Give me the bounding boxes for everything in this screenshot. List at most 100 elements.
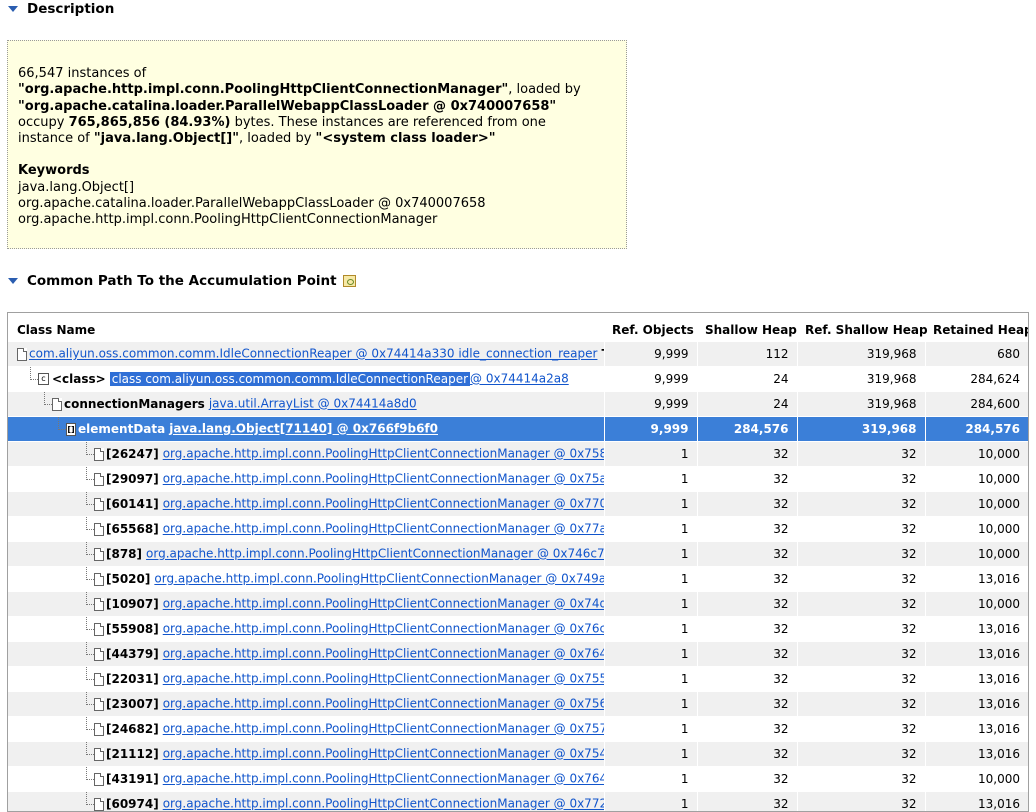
object-link[interactable]: org.apache.http.impl.conn.PoolingHttpCli… — [163, 747, 604, 761]
tree-node — [8, 717, 106, 741]
shallow-heap-cell: 32 — [697, 692, 797, 717]
tree-node — [8, 467, 106, 491]
object-link[interactable]: org.apache.http.impl.conn.PoolingHttpCli… — [163, 772, 604, 786]
table-row[interactable]: c<class>class com.aliyun.oss.common.comm… — [8, 367, 1028, 392]
table-row[interactable]: [22031]org.apache.http.impl.conn.Pooling… — [8, 667, 1028, 692]
table-row[interactable]: com.aliyun.oss.common.comm.IdleConnectio… — [8, 342, 1028, 367]
retained-heap-cell: 284,600 — [925, 392, 1028, 417]
table-row[interactable]: connectionManagersjava.util.ArrayList @ … — [8, 392, 1028, 417]
object-link[interactable]: org.apache.http.impl.conn.PoolingHttpCli… — [154, 572, 604, 586]
class-name-cell[interactable]: [55908]org.apache.http.impl.conn.Pooling… — [8, 617, 604, 642]
object-link[interactable]: org.apache.http.impl.conn.PoolingHttpCli… — [163, 472, 604, 486]
tree-indent — [8, 642, 80, 666]
highlighted-class-name[interactable]: class com.aliyun.oss.common.comm.IdleCon… — [110, 372, 470, 386]
description-title: Description — [27, 1, 114, 17]
class-name-cell[interactable]: [10907]org.apache.http.impl.conn.Pooling… — [8, 592, 604, 617]
class-name-cell[interactable]: [24682]org.apache.http.impl.conn.Pooling… — [8, 717, 604, 742]
object-link[interactable]: com.aliyun.oss.common.comm.IdleConnectio… — [29, 347, 597, 361]
table-row[interactable]: [21112]org.apache.http.impl.conn.Pooling… — [8, 742, 1028, 767]
class-name-cell[interactable]: com.aliyun.oss.common.comm.IdleConnectio… — [8, 342, 604, 367]
column-header-retained-heap[interactable]: Retained Heap — [925, 313, 1028, 342]
tree-connector — [80, 717, 94, 741]
tree-connector — [80, 517, 94, 541]
class-name-cell[interactable]: connectionManagersjava.util.ArrayList @ … — [8, 392, 604, 417]
class-name-cell[interactable]: [29097]org.apache.http.impl.conn.Pooling… — [8, 467, 604, 492]
class-name-cell[interactable]: c<class>class com.aliyun.oss.common.comm… — [8, 367, 604, 392]
table-row[interactable]: [43191]org.apache.http.impl.conn.Pooling… — [8, 767, 1028, 792]
object-icon — [94, 648, 104, 661]
details-icon[interactable] — [343, 275, 356, 287]
column-header-shallow-heap[interactable]: Shallow Heap — [697, 313, 797, 342]
column-header-ref-shallow-heap[interactable]: Ref. Shallow Heap — [797, 313, 925, 342]
object-link[interactable]: org.apache.http.impl.conn.PoolingHttpCli… — [163, 447, 604, 461]
class-name-cell[interactable]: [21112]org.apache.http.impl.conn.Pooling… — [8, 742, 604, 767]
class-name-cell[interactable]: [23007]org.apache.http.impl.conn.Pooling… — [8, 692, 604, 717]
ref-objects-cell: 1 — [604, 492, 697, 517]
object-link[interactable]: org.apache.http.impl.conn.PoolingHttpCli… — [163, 797, 604, 811]
collapse-triangle-icon[interactable] — [8, 6, 18, 12]
object-icon — [17, 348, 27, 361]
tree-node — [8, 442, 106, 466]
object-link[interactable]: org.apache.http.impl.conn.PoolingHttpCli… — [163, 522, 604, 536]
shallow-heap-cell: 32 — [697, 767, 797, 792]
ref-objects-cell: 9,999 — [604, 417, 697, 442]
class-name-cell[interactable]: []elementDatajava.lang.Object[71140] @ 0… — [8, 417, 604, 442]
object-link[interactable]: org.apache.http.impl.conn.PoolingHttpCli… — [163, 672, 604, 686]
instances-count: 66,547 — [18, 66, 64, 81]
shallow-heap-cell: 32 — [697, 792, 797, 812]
class-name-cell[interactable]: [60141] org.apache.http.impl.conn.Pooling… — [8, 492, 604, 517]
class-name-cell[interactable]: [26247]org.apache.http.impl.conn.Pooling… — [8, 442, 604, 467]
class-name-cell[interactable]: [60974]org.apache.http.impl.conn.Pooling… — [8, 792, 604, 812]
class-name-cell[interactable]: [22031]org.apache.http.impl.conn.Pooling… — [8, 667, 604, 692]
class-name-cell[interactable]: [878]org.apache.http.impl.conn.PoolingHt… — [8, 542, 604, 567]
retained-heap-cell: 13,016 — [925, 717, 1028, 742]
object-link[interactable]: org.apache.http.impl.conn.PoolingHttpCli… — [163, 597, 604, 611]
class-name-cell[interactable]: [65568]org.apache.http.impl.conn.Pooling… — [8, 517, 604, 542]
shallow-heap-cell: 32 — [697, 592, 797, 617]
object-link[interactable]: org.apache.http.impl.conn.PoolingHttpCli… — [146, 547, 604, 561]
table-row[interactable]: [44379]org.apache.http.impl.conn.Pooling… — [8, 642, 1028, 667]
table-row[interactable]: [65568]org.apache.http.impl.conn.Pooling… — [8, 517, 1028, 542]
shallow-heap-cell: 32 — [697, 742, 797, 767]
object-link[interactable]: org.apache.http.impl.conn.PoolingHttpCli… — [163, 647, 604, 661]
class-name-cell[interactable]: [5020]org.apache.http.impl.conn.PoolingH… — [8, 567, 604, 592]
object-link[interactable]: java.lang.Object[71140] @ 0x766f9b6f0 — [169, 422, 438, 436]
table-row[interactable]: [26247]org.apache.http.impl.conn.Pooling… — [8, 442, 1028, 467]
collapse-triangle-icon[interactable] — [8, 278, 18, 284]
ref-objects-cell: 1 — [604, 517, 697, 542]
table-row[interactable]: [878]org.apache.http.impl.conn.PoolingHt… — [8, 542, 1028, 567]
description-section-header[interactable]: Description — [8, 1, 114, 17]
tree-connector — [80, 667, 94, 691]
tree-indent — [8, 742, 80, 766]
table-row[interactable]: [55908]org.apache.http.impl.conn.Pooling… — [8, 617, 1028, 642]
ref-shallow-heap-cell: 32 — [797, 617, 925, 642]
object-link[interactable]: org.apache.http.impl.conn.PoolingHttpCli… — [163, 622, 604, 636]
column-header-ref-objects[interactable]: Ref. Objects — [604, 313, 697, 342]
ref-shallow-heap-cell: 32 — [797, 517, 925, 542]
tree-indent — [8, 467, 80, 491]
column-header-class-name[interactable]: Class Name — [8, 313, 604, 342]
class-name-cell[interactable]: [43191]org.apache.http.impl.conn.Pooling… — [8, 767, 604, 792]
object-link[interactable]: org.apache.http.impl.conn.PoolingHttpCli… — [163, 697, 604, 711]
object-link[interactable]: @ 0x74414a2a8 — [470, 372, 569, 386]
table-row[interactable]: [60974]org.apache.http.impl.conn.Pooling… — [8, 792, 1028, 812]
table-row[interactable]: [24682]org.apache.http.impl.conn.Pooling… — [8, 717, 1028, 742]
class-name-cell[interactable]: [44379]org.apache.http.impl.conn.Pooling… — [8, 642, 604, 667]
object-link[interactable]: org.apache.http.impl.conn.PoolingHttpCli… — [163, 497, 604, 511]
table-row[interactable]: [60141] org.apache.http.impl.conn.Pooling… — [8, 492, 1028, 517]
field-name: [60141] — [106, 497, 159, 511]
object-link[interactable]: org.apache.http.impl.conn.PoolingHttpCli… — [163, 722, 604, 736]
table-row[interactable]: [10907]org.apache.http.impl.conn.Pooling… — [8, 592, 1028, 617]
keyword-item: org.apache.catalina.loader.ParallelWebap… — [18, 196, 616, 212]
shallow-heap-cell: 284,576 — [697, 417, 797, 442]
tree-node: c — [8, 367, 52, 391]
object-icon — [94, 723, 104, 736]
object-link[interactable]: java.util.ArrayList @ 0x74414a8d0 — [209, 397, 417, 411]
object-icon — [94, 748, 104, 761]
ref-shallow-heap-cell: 32 — [797, 692, 925, 717]
table-row[interactable]: [29097]org.apache.http.impl.conn.Pooling… — [8, 467, 1028, 492]
path-section-header[interactable]: Common Path To the Accumulation Point — [8, 273, 356, 289]
table-row[interactable]: [5020]org.apache.http.impl.conn.PoolingH… — [8, 567, 1028, 592]
table-row[interactable]: []elementDatajava.lang.Object[71140] @ 0… — [8, 417, 1028, 442]
table-row[interactable]: [23007]org.apache.http.impl.conn.Pooling… — [8, 692, 1028, 717]
